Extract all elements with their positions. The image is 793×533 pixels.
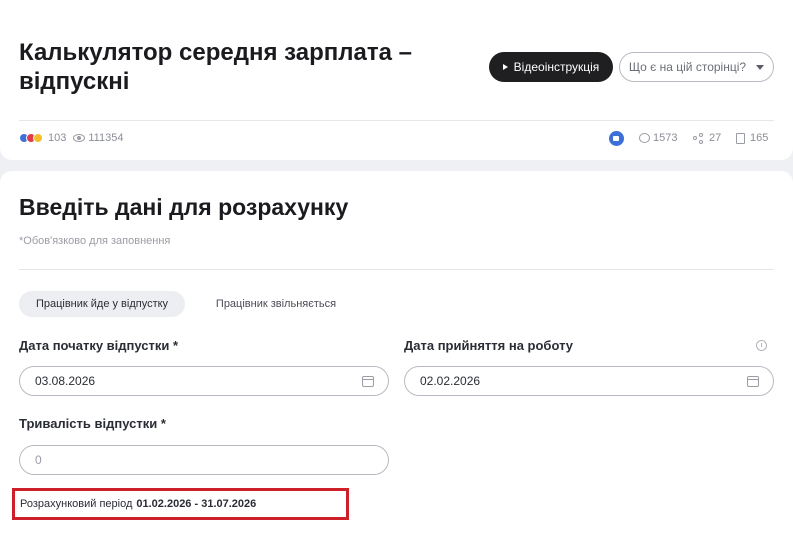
- views-count: 111354: [88, 132, 124, 144]
- comments-count: 1573: [653, 132, 678, 144]
- vacation-start-value: 03.08.2026: [35, 374, 96, 388]
- page-contents-label: Що є на цій сторінці?: [628, 60, 747, 74]
- calendar-icon[interactable]: [747, 376, 759, 387]
- play-icon: [502, 64, 508, 70]
- video-button-label: Відеоінструкція: [513, 60, 600, 74]
- vacation-start-input[interactable]: 03.08.2026: [19, 366, 389, 396]
- hire-date-value: 02.02.2026: [420, 374, 481, 388]
- video-instruction-button[interactable]: Відеоінструкція: [489, 52, 613, 82]
- vacation-length-placeholder: 0: [35, 453, 42, 467]
- calculation-period: Розрахунковий період 01.02.2026 - 31.07.…: [12, 488, 349, 520]
- smile-reaction-icon: [33, 133, 43, 143]
- required-note: *Обов'язково для заповнення: [19, 235, 171, 247]
- share-icon: [693, 132, 704, 144]
- page-contents-dropdown[interactable]: Що є на цій сторінці?: [619, 52, 774, 82]
- bookmark-icon: [736, 132, 745, 144]
- tab-vacation[interactable]: Працівник йде у відпустку: [19, 291, 185, 317]
- info-icon[interactable]: [756, 340, 767, 351]
- comments-stat[interactable]: 1573: [639, 131, 677, 145]
- calendar-icon[interactable]: [362, 376, 374, 387]
- saves-stat[interactable]: 165: [736, 131, 768, 145]
- hire-date-label: Дата прийняття на роботу: [404, 338, 573, 353]
- reactions-icons[interactable]: [19, 133, 43, 143]
- shares-count: 27: [709, 132, 722, 144]
- hire-date-input[interactable]: 02.02.2026: [404, 366, 774, 396]
- chevron-down-icon: [756, 64, 765, 70]
- form-heading: Введіть дані для розрахунку: [19, 194, 349, 220]
- eye-icon: [73, 134, 86, 142]
- saves-count: 165: [750, 132, 769, 144]
- form-divider: [19, 269, 774, 270]
- period-label: Розрахунковий період: [20, 498, 133, 510]
- page-title: Калькулятор середня зарплата – відпускні: [19, 39, 412, 95]
- vacation-start-label: Дата початку відпустки *: [19, 338, 179, 353]
- header-divider: [19, 120, 774, 121]
- tab-dismissal[interactable]: Працівник звільняється: [199, 291, 353, 317]
- period-value: 01.02.2026 - 31.07.2026: [136, 498, 257, 510]
- comment-icon: [639, 133, 650, 143]
- shares-stat[interactable]: 27: [693, 131, 721, 145]
- reactions-count: 103: [48, 132, 67, 144]
- like-icon[interactable]: [609, 131, 624, 146]
- vacation-length-label: Тривалість відпустки *: [19, 416, 166, 431]
- stats-left: 103 111354: [19, 131, 123, 145]
- vacation-length-input[interactable]: 0: [19, 445, 389, 475]
